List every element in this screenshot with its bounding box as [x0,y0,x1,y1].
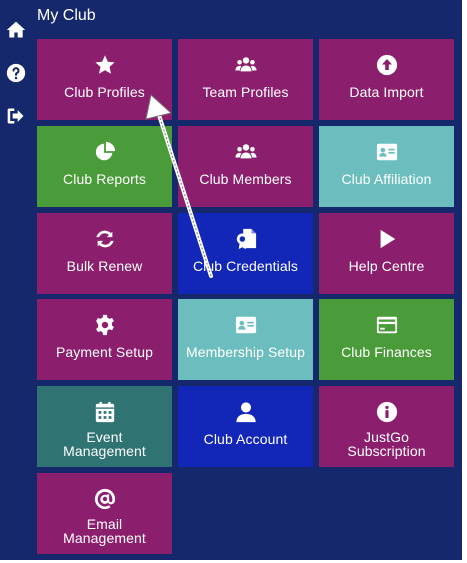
tile-label: Club Finances [341,344,432,360]
tile-label: Membership Setup [185,344,306,360]
certificate-file-icon [234,227,258,251]
tile-label: Club Affiliation [341,171,432,187]
tile-club-account[interactable]: Club Account [178,386,313,467]
tile-label: Team Profiles [202,84,289,100]
tile-label: Club Account [203,431,288,447]
tile-label: Club Members [199,171,292,187]
star-icon [93,53,117,77]
tile-help-centre[interactable]: Help Centre [319,213,454,294]
sync-icon [93,227,117,251]
tile-payment-setup[interactable]: Payment Setup [37,299,172,380]
home-button[interactable] [4,18,28,42]
question-circle-icon [6,63,26,83]
tile-club-members[interactable]: Club Members [178,126,313,207]
tile-event-management[interactable]: Event Management [37,386,172,467]
id-card-icon [234,313,258,337]
tile-data-import[interactable]: Data Import [319,39,454,120]
users-icon [234,140,258,164]
logout-button[interactable] [4,104,28,128]
pie-chart-icon [93,140,117,164]
tile-label: Email Management [63,516,146,546]
play-icon [375,227,399,251]
tile-label: Data Import [349,84,424,100]
tile-bulk-renew[interactable]: Bulk Renew [37,213,172,294]
upload-circle-icon [375,53,399,77]
tile-club-credentials[interactable]: Club Credentials [178,213,313,294]
users-icon [234,53,258,77]
tile-label: Payment Setup [55,344,154,360]
frame-border [462,0,467,563]
tile-label: Bulk Renew [66,258,143,274]
app-window: My Club Club Profiles Team Profiles Data… [0,0,467,563]
credit-card-icon [375,313,399,337]
tile-club-affiliation[interactable]: Club Affiliation [319,126,454,207]
tile-label: Club Credentials [192,258,299,274]
calendar-icon [93,400,117,424]
help-button[interactable] [4,61,28,85]
tile-label: Club Profiles [64,84,145,100]
tile-label: Help Centre [348,258,425,274]
id-card-icon [375,140,399,164]
tile-team-profiles[interactable]: Team Profiles [178,39,313,120]
sidebar [0,0,32,563]
tile-club-profiles[interactable]: Club Profiles [37,39,172,120]
gear-icon [93,313,117,337]
sign-out-icon [7,108,24,124]
tile-label: Club Reports [63,171,146,187]
tile-club-finances[interactable]: Club Finances [319,299,454,380]
page-title: My Club [37,7,96,24]
tile-label: JustGo Subscription [347,429,426,459]
home-icon [6,21,26,38]
tile-membership-setup[interactable]: Membership Setup [178,299,313,380]
tile-club-reports[interactable]: Club Reports [37,126,172,207]
tile-label: Event Management [63,429,146,459]
info-circle-icon [375,400,399,424]
tile-justgo-subscription[interactable]: JustGo Subscription [319,386,454,467]
at-icon [93,487,117,511]
user-icon [234,400,258,424]
tile-email-management[interactable]: Email Management [37,473,172,554]
